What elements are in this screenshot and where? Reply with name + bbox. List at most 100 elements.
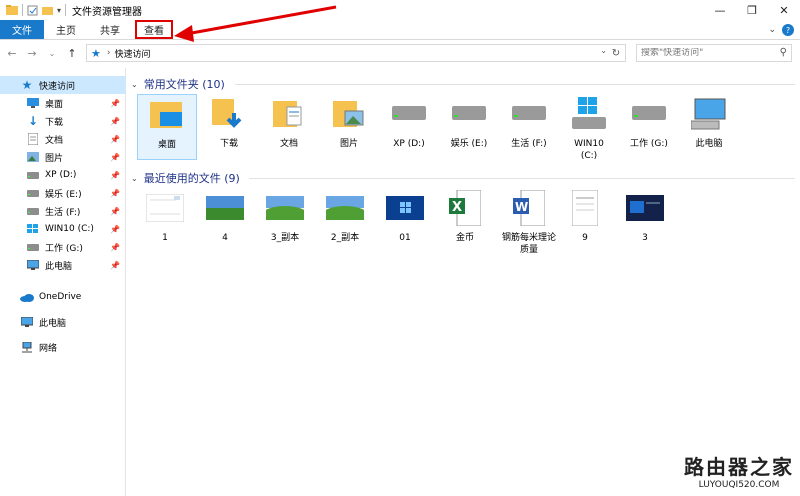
desktop-folder-icon <box>147 95 187 135</box>
tile-label: 钢筋每米理论质量 <box>501 233 556 255</box>
divider <box>249 178 795 179</box>
nav-drive-e[interactable]: 娱乐 (E:) 📌 <box>0 184 126 202</box>
desktop-icon <box>26 97 40 109</box>
pictures-icon <box>26 151 40 163</box>
tile-label: WIN10 (C:) <box>574 139 604 161</box>
drive-tile-f[interactable]: 生活 (F:) <box>499 94 559 150</box>
recent-file-4[interactable]: 4 <box>195 188 255 244</box>
nav-pictures[interactable]: 图片 📌 <box>0 148 126 166</box>
nav-desktop[interactable]: 桌面 📌 <box>0 94 126 112</box>
ribbon-tabs: 文件 主页 共享 查看 ⌄ ? <box>0 20 800 40</box>
recent-file-3-copy[interactable]: 3_副本 <box>255 188 315 244</box>
nav-label: 工作 (G:) <box>45 243 83 254</box>
divider <box>235 84 795 85</box>
folder-tile-documents[interactable]: 文档 <box>259 94 319 150</box>
nav-drive-g[interactable]: 工作 (G:) 📌 <box>0 238 126 256</box>
nav-downloads[interactable]: ↓ 下载 📌 <box>0 112 126 130</box>
search-box[interactable]: ⚲ <box>636 44 792 62</box>
search-icon[interactable]: ⚲ <box>780 47 787 58</box>
tile-label: 工作 (G:) <box>630 139 668 149</box>
folder-tile-pictures[interactable]: 图片 <box>319 94 379 150</box>
nav-label: 文档 <box>45 135 64 146</box>
new-folder-icon[interactable] <box>42 5 53 15</box>
quick-access-dropdown-icon[interactable]: ▾ <box>57 6 61 15</box>
recent-file-01[interactable]: 01 <box>375 188 435 244</box>
pin-icon[interactable]: 📌 <box>110 243 120 252</box>
group-heading: 最近使用的文件 (9) <box>143 172 240 185</box>
pin-icon[interactable]: 📌 <box>110 117 120 126</box>
drive-icon <box>26 187 40 199</box>
recent-file-gold[interactable]: X 金币 <box>435 188 495 244</box>
window-title: 文件资源管理器 <box>72 6 143 18</box>
nav-this-pc-pinned[interactable]: 此电脑 📌 <box>0 256 126 274</box>
pin-icon[interactable]: 📌 <box>110 135 120 144</box>
pin-icon[interactable]: 📌 <box>110 153 120 162</box>
properties-icon[interactable] <box>27 5 38 16</box>
computer-icon <box>689 94 729 134</box>
frequent-folders-header[interactable]: ⌄ 常用文件夹 (10) <box>131 76 225 92</box>
nav-network[interactable]: 网络 <box>0 338 126 356</box>
help-icon[interactable]: ? <box>782 24 794 36</box>
forward-button[interactable]: → <box>24 45 40 61</box>
recent-locations-icon[interactable]: ⌄ <box>44 45 60 61</box>
recent-file-3[interactable]: 3 <box>615 188 675 244</box>
nav-onedrive[interactable]: OneDrive <box>0 288 126 306</box>
document-icon <box>26 133 40 145</box>
chevron-down-icon[interactable]: ⌄ <box>131 174 138 183</box>
divider <box>65 4 67 16</box>
close-button[interactable]: ✕ <box>768 0 800 20</box>
network-icon <box>20 341 34 353</box>
refresh-icon[interactable]: ↻ <box>609 46 623 60</box>
up-button[interactable]: ↑ <box>64 45 80 61</box>
tab-view[interactable]: 查看 <box>135 20 173 39</box>
pin-icon[interactable]: 📌 <box>110 225 120 234</box>
nav-documents[interactable]: 文档 📌 <box>0 130 126 148</box>
recent-file-9[interactable]: 9 <box>555 188 615 244</box>
search-input[interactable] <box>641 48 771 58</box>
drive-tile-e[interactable]: 娱乐 (E:) <box>439 94 499 150</box>
nav-label: XP (D:) <box>45 170 77 180</box>
tab-share[interactable]: 共享 <box>88 20 132 39</box>
nav-this-pc[interactable]: 此电脑 <box>0 313 126 331</box>
drive-icon <box>26 169 40 181</box>
group-heading: 常用文件夹 (10) <box>143 78 225 91</box>
pin-icon[interactable]: 📌 <box>110 171 120 180</box>
minimize-button[interactable]: — <box>704 0 736 20</box>
breadcrumb-quick-access[interactable]: 快速访问 <box>114 47 150 60</box>
document-thumbnail-icon <box>565 188 605 228</box>
word-icon: W <box>509 188 549 228</box>
address-bar[interactable]: ★ › 快速访问 ⌄ ↻ <box>86 44 626 62</box>
drive-tile-d[interactable]: XP (D:) <box>379 94 439 150</box>
drive-tile-c[interactable]: WIN10 (C:) <box>559 94 619 162</box>
nav-drive-d[interactable]: XP (D:) 📌 <box>0 166 126 184</box>
recent-file-1[interactable]: 1 <box>135 188 195 244</box>
chevron-down-icon[interactable]: ⌄ <box>131 80 138 89</box>
drive-icon <box>629 94 669 134</box>
pin-icon[interactable]: 📌 <box>110 207 120 216</box>
recent-files-header[interactable]: ⌄ 最近使用的文件 (9) <box>131 170 240 186</box>
nav-quick-access[interactable]: ★ 快速访问 <box>0 76 126 94</box>
pin-icon[interactable]: 📌 <box>110 189 120 198</box>
computer-tile[interactable]: 此电脑 <box>679 94 739 150</box>
tile-label: 桌面 <box>157 140 176 150</box>
back-button[interactable]: ← <box>4 45 20 61</box>
explorer-app-icon[interactable] <box>6 5 18 15</box>
pin-icon[interactable]: 📌 <box>110 99 120 108</box>
tab-home[interactable]: 主页 <box>44 20 88 39</box>
nav-drive-f[interactable]: 生活 (F:) 📌 <box>0 202 126 220</box>
chevron-right-icon[interactable]: › <box>107 48 111 58</box>
folder-tile-downloads[interactable]: 下载 <box>199 94 259 150</box>
folder-tile-desktop[interactable]: 桌面 <box>137 94 197 160</box>
nav-label: 图片 <box>45 153 64 164</box>
expand-ribbon-icon[interactable]: ⌄ <box>768 25 776 35</box>
pin-icon[interactable]: 📌 <box>110 261 120 270</box>
recent-file-2-copy[interactable]: 2_副本 <box>315 188 375 244</box>
tile-label: 3_副本 <box>270 233 300 243</box>
tab-file[interactable]: 文件 <box>0 20 44 39</box>
tile-label: 此电脑 <box>695 139 723 149</box>
drive-tile-g[interactable]: 工作 (G:) <box>619 94 679 150</box>
maximize-button[interactable]: ❐ <box>736 0 768 20</box>
nav-label: 生活 (F:) <box>45 207 81 218</box>
nav-drive-c[interactable]: WIN10 (C:) 📌 <box>0 220 126 238</box>
address-dropdown-icon[interactable]: ⌄ <box>600 46 607 55</box>
